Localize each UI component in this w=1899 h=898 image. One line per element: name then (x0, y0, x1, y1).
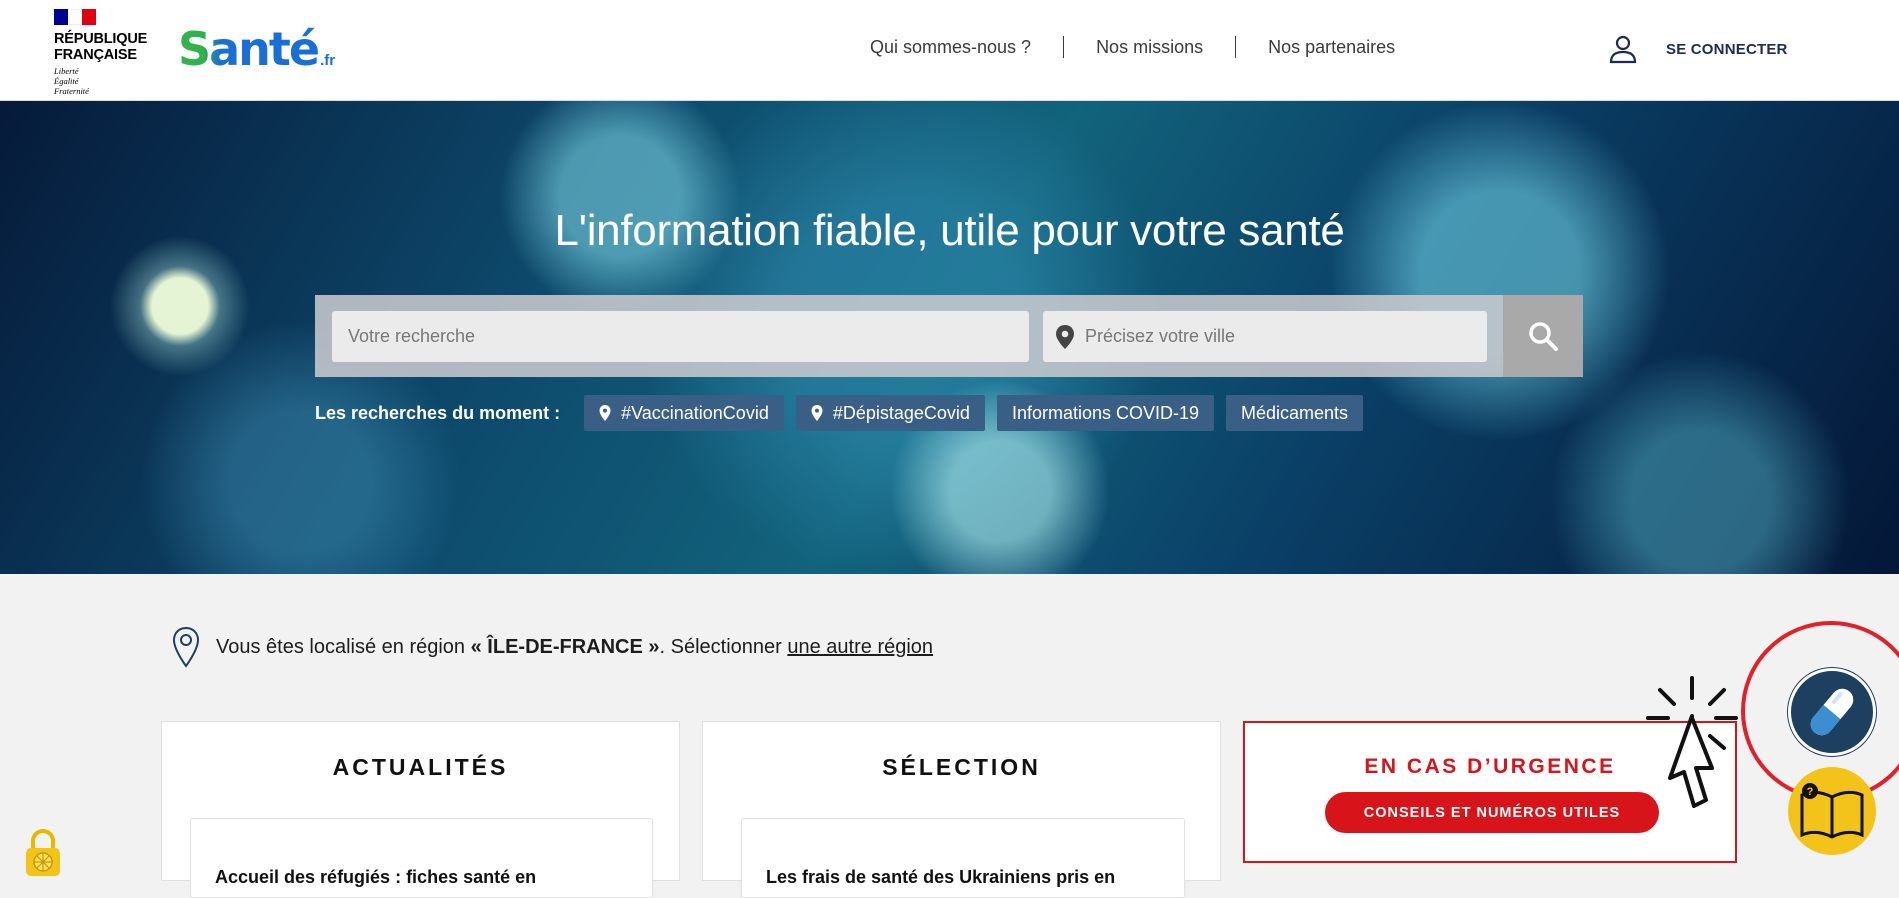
trending-label: Les recherches du moment : (315, 402, 561, 423)
tag-label: Informations COVID-19 (1011, 402, 1200, 423)
logo-word: Santé (178, 22, 320, 76)
tag-informations-covid[interactable]: Informations COVID-19 (996, 395, 1215, 431)
search-input[interactable] (332, 311, 1029, 362)
nav-qui-sommes-nous[interactable]: Qui sommes-nous ? (870, 37, 1031, 58)
login-link[interactable]: SE CONNECTER (1608, 34, 1788, 64)
news-card: ACTUALITÉS Accueil des réfugiés : fiches… (161, 721, 680, 898)
news-item[interactable]: Accueil des réfugiés : fiches santé en (190, 818, 653, 898)
nav-nos-missions[interactable]: Nos missions (1096, 37, 1203, 58)
click-cursor-icon (1646, 676, 1738, 808)
region-notice: Vous êtes localisé en région « ÎLE-DE-FR… (172, 626, 933, 668)
tag-vaccination-covid[interactable]: #VaccinationCovid (584, 395, 784, 431)
book-icon: ? (1800, 783, 1864, 839)
nav-divider (1235, 36, 1237, 58)
rf-name: RÉPUBLIQUE FRANÇAISE (54, 31, 148, 63)
tag-depistage-covid[interactable]: #DépistageCovid (795, 395, 985, 431)
site-header: RÉPUBLIQUE FRANÇAISE Liberté Égalité Fra… (0, 0, 1899, 101)
pill-icon (1810, 688, 1854, 736)
selection-card: SÉLECTION Les frais de santé des Ukraini… (702, 721, 1221, 898)
tag-medicaments[interactable]: Médicaments (1226, 395, 1364, 431)
news-item-title: Accueil des réfugiés : fiches santé en (215, 867, 537, 887)
logo-tld: .fr (320, 52, 336, 69)
location-pin-icon (172, 626, 200, 668)
nav-divider (1063, 36, 1065, 58)
tag-label: Médicaments (1241, 402, 1349, 423)
location-pin-icon (599, 405, 611, 421)
hero-title: L'information fiable, utile pour votre s… (554, 206, 1345, 255)
news-title: ACTUALITÉS (332, 754, 509, 780)
login-label: SE CONNECTER (1666, 40, 1788, 58)
selection-title: SÉLECTION (882, 754, 1041, 780)
map-pin-icon (1056, 325, 1074, 349)
region-name: « ÎLE-DE-FRANCE » (470, 635, 660, 658)
sante-fr-logo[interactable]: Santé .fr (178, 24, 335, 74)
nav-nos-partenaires[interactable]: Nos partenaires (1268, 37, 1395, 58)
republique-francaise-logo[interactable]: RÉPUBLIQUE FRANÇAISE Liberté Égalité Fra… (54, 9, 154, 96)
selection-item-title: Les frais de santé des Ukrainiens pris e… (766, 867, 1116, 887)
svg-text:?: ? (1807, 786, 1814, 798)
search-icon (1529, 322, 1558, 351)
region-prefix: Vous êtes localisé en région (216, 635, 471, 658)
region-middle: . Sélectionner (659, 635, 788, 658)
hero-banner: L'information fiable, utile pour votre s… (0, 101, 1899, 574)
tag-label: #DépistageCovid (832, 402, 970, 423)
rf-motto: Liberté Égalité Fraternité (54, 66, 89, 96)
trending-searches: Les recherches du moment : #VaccinationC… (315, 395, 1375, 431)
user-icon (1609, 35, 1637, 64)
change-region-link[interactable]: une autre région (787, 636, 933, 659)
search-form (315, 295, 1583, 377)
help-guide-button[interactable]: ? (1788, 767, 1876, 855)
location-pin-icon (811, 405, 823, 421)
city-field[interactable] (1043, 311, 1487, 362)
selection-item[interactable]: Les frais de santé des Ukrainiens pris e… (741, 818, 1185, 898)
lock-icon[interactable] (22, 828, 64, 878)
french-flag-icon (54, 9, 96, 25)
search-button[interactable] (1503, 295, 1583, 377)
tag-label: #VaccinationCovid (621, 402, 769, 423)
city-input[interactable] (1085, 311, 1475, 362)
medication-widget-button[interactable] (1788, 668, 1876, 756)
main-nav: Qui sommes-nous ? Nos missions Nos parte… (870, 36, 1395, 58)
emergency-advice-button[interactable]: CONSEILS ET NUMÉROS UTILES (1325, 792, 1659, 833)
